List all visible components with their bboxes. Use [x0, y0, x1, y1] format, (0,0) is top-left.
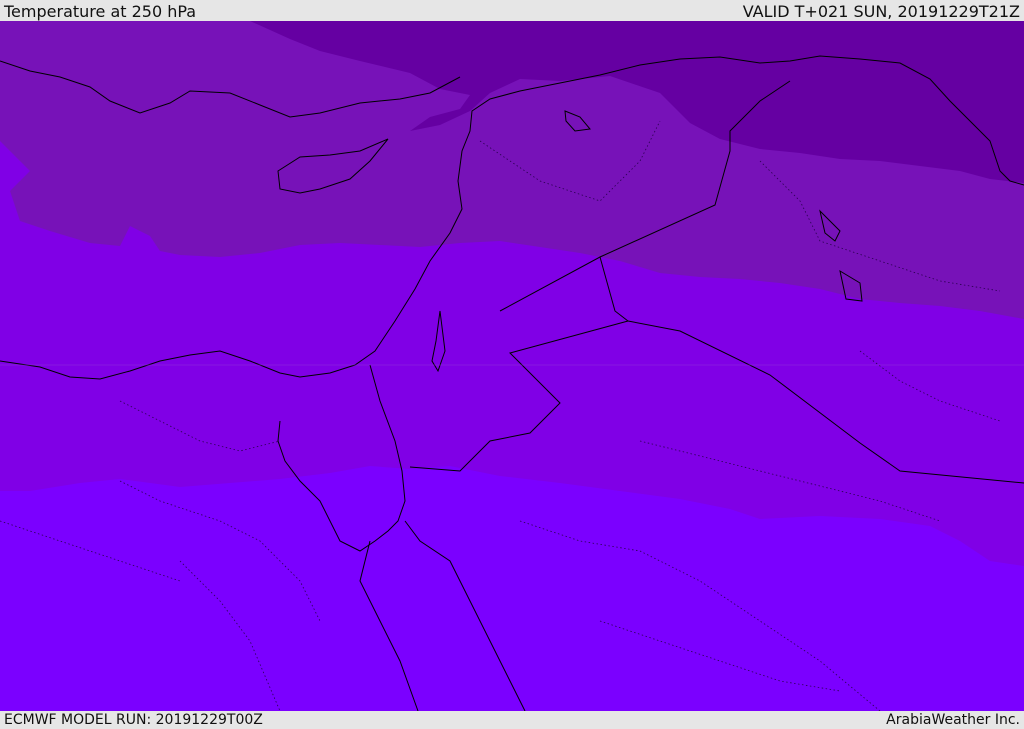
map-title: Temperature at 250 hPa: [4, 2, 197, 21]
weather-map: [0, 21, 1024, 711]
model-run: ECMWF MODEL RUN: 20191229T00Z: [4, 712, 263, 728]
footer-bar: ECMWF MODEL RUN: 20191229T00Z ArabiaWeat…: [0, 711, 1024, 729]
credit: ArabiaWeather Inc.: [886, 712, 1020, 728]
header-bar: Temperature at 250 hPa VALID T+021 SUN, …: [0, 0, 1024, 21]
valid-time: VALID T+021 SUN, 20191229T21Z: [742, 2, 1020, 21]
